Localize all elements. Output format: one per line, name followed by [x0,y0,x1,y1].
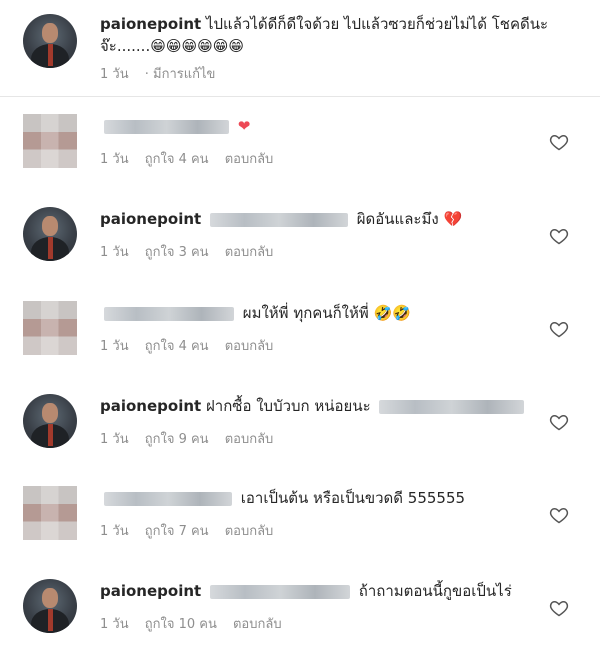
like-button[interactable] [549,505,571,527]
like-count[interactable]: ถูกใจ 4 คน [145,152,209,167]
timestamp[interactable]: 1 วัน [100,524,129,539]
reply-button[interactable]: ตอบกลับ [225,339,274,354]
comment-item: paionepoint ผิดอันและมึง 💔 1 วัน ถูกใจ 3… [0,207,600,300]
comment-item: ผมให้พี่ ทุกคนก็ให้พี่ 🤣🤣 1 วัน ถูกใจ 4 … [0,301,600,394]
heart-outline-icon [549,505,571,525]
like-button[interactable] [549,226,571,248]
blurred-username [104,491,232,506]
timestamp[interactable]: 1 วัน [100,245,129,260]
avatar-blurred[interactable] [23,486,77,540]
avatar[interactable] [23,394,77,448]
timestamp[interactable]: 1 วัน [100,152,129,167]
caption-meta: 1 วัน · มีการแก้ไข [100,63,580,84]
comment-text: ผมให้พี่ ทุกคนก็ให้พี่ [242,304,369,322]
avatar[interactable] [23,14,77,68]
comment-item: paionepoint ถ้าถามตอนนี้กูขอเป็นไร่ 1 วั… [0,579,600,672]
blurred-mention [209,584,350,599]
caption-text: paionepoint ไปแล้วได้ดีก็ดีใจด้วย ไปแล้ว… [100,13,580,57]
avatar-blurred[interactable] [23,301,77,355]
username[interactable]: paionepoint [100,210,201,228]
blurred-mention [379,399,525,414]
heart-outline-icon [549,598,571,618]
timestamp[interactable]: 1 วัน [100,339,129,354]
comment-item: ❤ 1 วัน ถูกใจ 4 คน ตอบกลับ [0,114,600,207]
comment-item: เอาเป็นต้น หรือเป็นขวดดี 555555 1 วัน ถู… [0,486,600,579]
comment-emoji: 🤣🤣 [373,304,411,322]
comment-emoji: ❤ [237,117,251,135]
comment-text: เอาเป็นต้น หรือเป็นขวดดี 555555 [240,489,466,507]
like-count[interactable]: ถูกใจ 3 คน [145,245,209,260]
post-caption: paionepoint ไปแล้วได้ดีก็ดีใจด้วย ไปแล้ว… [0,0,600,97]
like-button[interactable] [549,319,571,341]
username[interactable]: paionepoint [100,397,201,415]
comment-text: ถ้าถามตอนนี้กูขอเป็นไร่ [358,582,512,600]
edited-label: · มีการแก้ไข [144,67,216,82]
username[interactable]: paionepoint [100,15,201,33]
heart-outline-icon [549,319,571,339]
heart-outline-icon [549,132,571,152]
timestamp[interactable]: 1 วัน [100,432,129,447]
reply-button[interactable]: ตอบกลับ [233,617,282,632]
comment-emoji: 💔 [443,210,463,228]
like-count[interactable]: ถูกใจ 7 คน [145,524,209,539]
blurred-mention [209,212,348,227]
username[interactable]: paionepoint [100,582,201,600]
like-button[interactable] [549,412,571,434]
blurred-username [104,306,234,321]
reply-button[interactable]: ตอบกลับ [225,524,274,539]
reply-button[interactable]: ตอบกลับ [225,245,274,260]
like-count[interactable]: ถูกใจ 4 คน [145,339,209,354]
blurred-username [104,119,229,134]
comment-text: ผิดอันและมึง [356,210,439,228]
like-button[interactable] [549,132,571,154]
like-count[interactable]: ถูกใจ 9 คน [145,432,209,447]
timestamp[interactable]: 1 วัน [100,67,129,82]
timestamp[interactable]: 1 วัน [100,617,129,632]
heart-outline-icon [549,412,571,432]
avatar[interactable] [23,579,77,633]
like-button[interactable] [549,598,571,620]
reply-button[interactable]: ตอบกลับ [225,432,274,447]
heart-outline-icon [549,226,571,246]
comment-text: ฝากซื้อ ใบบัวบก หน่อยนะ [205,397,371,415]
comment-item: paionepoint ฝากซื้อ ใบบัวบก หน่อยนะ 1 วั… [0,394,600,487]
like-count[interactable]: ถูกใจ 10 คน [145,617,217,632]
reply-button[interactable]: ตอบกลับ [225,152,274,167]
avatar[interactable] [23,207,77,261]
avatar-blurred[interactable] [23,114,77,168]
comment-thread: paionepoint ไปแล้วได้ดีก็ดีใจด้วย ไปแล้ว… [0,0,600,668]
